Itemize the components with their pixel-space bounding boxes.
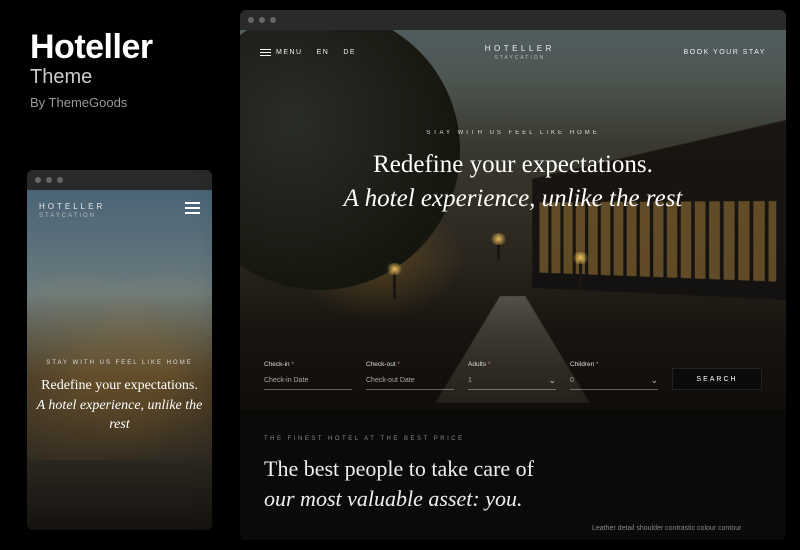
children-field[interactable]: Children 0	[570, 361, 658, 390]
hero-eyebrow: STAY WITH US FEEL LIKE HOME	[240, 130, 786, 136]
window-dot-icon	[259, 17, 265, 23]
window-dot-icon	[46, 177, 52, 183]
adults-field[interactable]: Adults 1	[468, 361, 556, 390]
promo-subtitle: Theme	[30, 66, 153, 89]
checkin-placeholder: Check-in Date	[264, 377, 308, 384]
adults-select[interactable]: 1	[468, 372, 556, 390]
brand-name: HOTELLER	[485, 44, 555, 53]
nav-left: MENU EN DE	[260, 49, 356, 56]
children-label: Children	[570, 361, 658, 368]
checkout-input[interactable]: Check-out Date	[366, 372, 454, 390]
hero-line1: Redefine your expectations.	[41, 378, 198, 393]
menu-label: MENU	[276, 49, 303, 56]
checkout-placeholder: Check-out Date	[366, 377, 415, 384]
adults-label: Adults	[468, 361, 556, 368]
checkin-label: Check-in	[264, 361, 352, 368]
children-select[interactable]: 0	[570, 372, 658, 390]
hero-line2: A hotel experience, unlike the rest	[35, 396, 204, 435]
brand-tagline: STAYCATION	[485, 55, 555, 61]
desktop-hero: MENU EN DE HOTELLER STAYCATION BOOK YOUR…	[240, 30, 786, 410]
hero-heading: Redefine your expectations. A hotel expe…	[240, 148, 786, 216]
desktop-nav: MENU EN DE HOTELLER STAYCATION BOOK YOUR…	[240, 30, 786, 61]
window-dot-icon	[270, 17, 276, 23]
lower-eyebrow: THE FINEST HOTEL AT THE BEST PRICE	[264, 436, 762, 442]
lower-line2: our most valuable asset: you.	[264, 486, 522, 511]
mobile-headline: STAY WITH US FEEL LIKE HOME Redefine you…	[27, 360, 212, 435]
desktop-headline: STAY WITH US FEEL LIKE HOME Redefine you…	[240, 130, 786, 216]
window-chrome	[240, 10, 786, 30]
menu-button[interactable]: MENU	[260, 49, 303, 56]
brand-tagline: STAYCATION	[39, 213, 105, 219]
lang-en[interactable]: EN	[317, 49, 330, 56]
hamburger-icon[interactable]	[185, 202, 200, 214]
hero-heading: Redefine your expectations. A hotel expe…	[35, 376, 204, 435]
mobile-hero: HOTELLER STAYCATION STAY WITH US FEEL LI…	[27, 190, 212, 530]
window-dot-icon	[57, 177, 63, 183]
window-dot-icon	[35, 177, 41, 183]
search-button[interactable]: SEARCH	[672, 368, 762, 390]
menu-icon	[260, 49, 271, 56]
mobile-topbar: HOTELLER STAYCATION	[27, 190, 212, 219]
lower-paragraph: Leather detail shoulder contrastic colou…	[592, 524, 762, 535]
lower-line1: The best people to take care of	[264, 456, 534, 481]
book-cta[interactable]: BOOK YOUR STAY	[684, 49, 766, 56]
lamp-icon	[497, 239, 500, 261]
adults-value: 1	[468, 377, 472, 384]
mobile-preview-window: HOTELLER STAYCATION STAY WITH US FEEL LI…	[27, 170, 212, 530]
lamp-icon	[393, 269, 396, 299]
booking-bar: Check-in Check-in Date Check-out Check-o…	[264, 361, 762, 390]
lower-heading: The best people to take care of our most…	[264, 454, 762, 513]
hero-eyebrow: STAY WITH US FEEL LIKE HOME	[35, 360, 204, 366]
brand-name: HOTELLER	[39, 202, 105, 211]
lang-de[interactable]: DE	[343, 49, 356, 56]
checkout-field[interactable]: Check-out Check-out Date	[366, 361, 454, 390]
children-value: 0	[570, 377, 574, 384]
promo-credit: By ThemeGoods	[30, 95, 153, 110]
desktop-preview-window: MENU EN DE HOTELLER STAYCATION BOOK YOUR…	[240, 10, 786, 540]
window-chrome	[27, 170, 212, 190]
promo-title-block: Hoteller Theme By ThemeGoods	[30, 30, 153, 110]
mobile-logo[interactable]: HOTELLER STAYCATION	[39, 202, 105, 219]
lamp-icon	[579, 258, 582, 286]
window-dot-icon	[248, 17, 254, 23]
hero-line1: Redefine your expectations.	[373, 151, 653, 178]
lower-section: THE FINEST HOTEL AT THE BEST PRICE The b…	[240, 410, 786, 540]
hero-line2: A hotel experience, unlike the rest	[240, 182, 786, 216]
nav-logo[interactable]: HOTELLER STAYCATION	[485, 44, 555, 61]
checkin-field[interactable]: Check-in Check-in Date	[264, 361, 352, 390]
promo-title: Hoteller	[30, 30, 153, 66]
checkin-input[interactable]: Check-in Date	[264, 372, 352, 390]
desktop-body: MENU EN DE HOTELLER STAYCATION BOOK YOUR…	[240, 30, 786, 540]
checkout-label: Check-out	[366, 361, 454, 368]
